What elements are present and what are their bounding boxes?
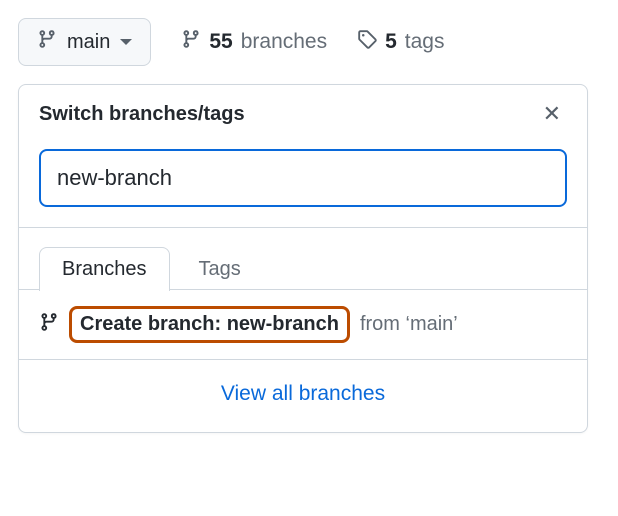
- tags-word: tags: [405, 30, 445, 54]
- branch-select-button[interactable]: main: [18, 18, 151, 66]
- panel-header: Switch branches/tags ✕: [19, 85, 587, 139]
- git-branch-icon: [37, 29, 57, 55]
- tab-branches[interactable]: Branches: [39, 247, 170, 291]
- view-all-branches-link[interactable]: View all branches: [221, 382, 385, 405]
- close-icon: ✕: [543, 101, 561, 126]
- tab-tags[interactable]: Tags: [176, 247, 264, 291]
- panel-title: Switch branches/tags: [39, 103, 245, 126]
- branch-switcher-panel: Switch branches/tags ✕ Branches Tags Cre…: [18, 84, 588, 433]
- branches-count: 55: [209, 30, 232, 54]
- branches-stat[interactable]: 55 branches: [181, 29, 327, 55]
- close-button[interactable]: ✕: [537, 99, 567, 129]
- tags-stat[interactable]: 5 tags: [357, 29, 444, 55]
- search-wrap: [19, 139, 587, 228]
- branch-search-input[interactable]: [39, 149, 567, 207]
- tag-icon: [357, 29, 377, 55]
- view-all-row: View all branches: [19, 360, 587, 432]
- create-branch-row[interactable]: Create branch: new-branch from ‘main’: [19, 290, 587, 360]
- tags-count: 5: [385, 30, 397, 54]
- git-branch-icon: [181, 29, 201, 55]
- repo-header-row: main 55 branches 5 tags: [18, 18, 600, 66]
- caret-down-icon: [120, 39, 132, 45]
- branch-select-label: main: [67, 31, 110, 54]
- create-branch-label: Create branch: new-branch: [69, 306, 350, 343]
- tabs-row: Branches Tags: [19, 228, 587, 290]
- create-branch-from: from ‘main’: [360, 313, 458, 336]
- git-branch-icon: [39, 312, 59, 338]
- branches-word: branches: [241, 30, 327, 54]
